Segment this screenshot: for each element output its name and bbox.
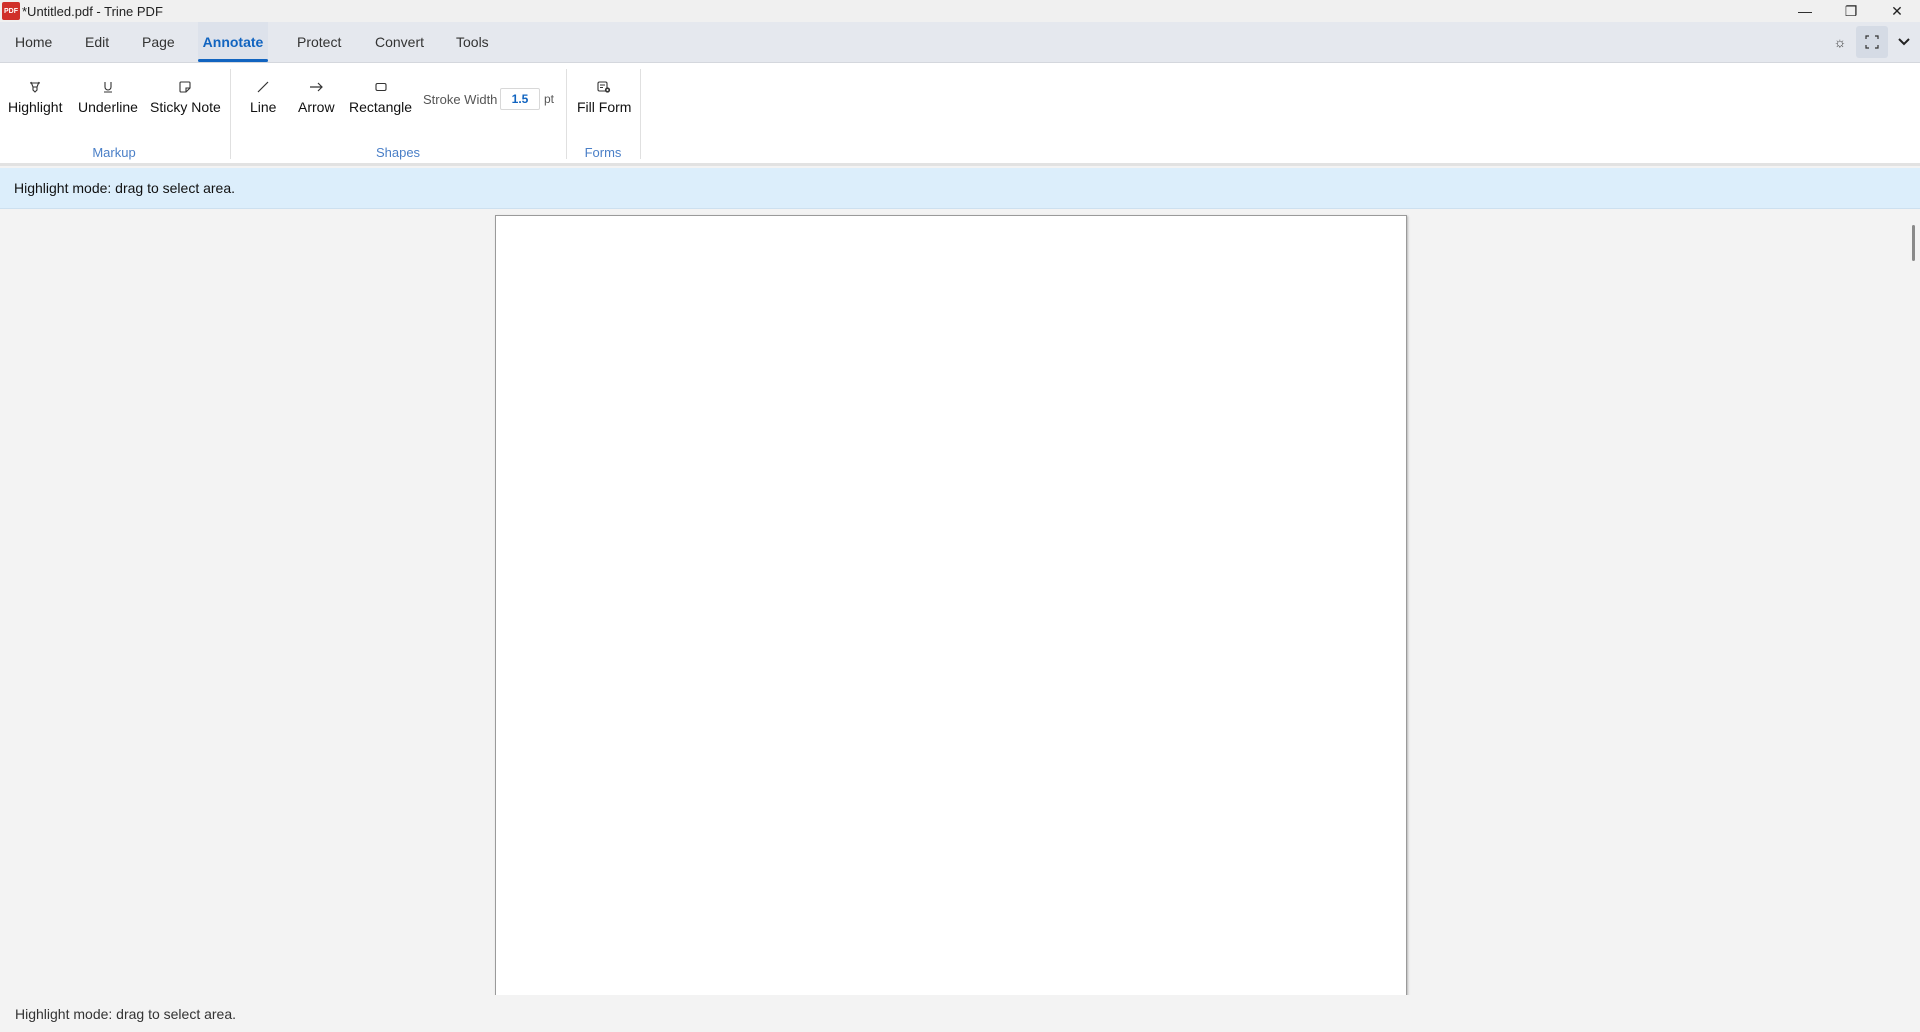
underline-label: Underline <box>78 99 138 115</box>
info-message: Highlight mode: drag to select area. <box>14 180 236 196</box>
info-bar: Highlight mode: drag to select area. <box>0 168 1920 209</box>
underline-icon <box>101 77 115 97</box>
ribbon-panel: Highlight Underline Sticky Note Markup L… <box>0 63 1920 166</box>
tab-page[interactable]: Page <box>138 22 179 62</box>
vertical-scrollbar[interactable] <box>1906 209 1920 995</box>
window-controls: — ❐ ✕ <box>1782 0 1920 22</box>
tab-tools[interactable]: Tools <box>452 22 493 62</box>
status-message: Highlight mode: drag to select area. <box>15 1005 237 1022</box>
arrow-right-icon <box>309 77 324 97</box>
scrollbar-thumb[interactable] <box>1912 225 1915 261</box>
forms-group-label: Forms <box>584 145 622 160</box>
window-title: *Untitled.pdf - Trine PDF <box>22 3 163 19</box>
rectangle-button[interactable]: Rectangle <box>349 77 412 127</box>
underline-button[interactable]: Underline <box>78 77 138 127</box>
highlighter-icon <box>28 77 42 97</box>
sticky-note-label: Sticky Note <box>150 99 221 115</box>
stroke-width-input[interactable] <box>500 88 540 110</box>
sticky-note-button[interactable]: Sticky Note <box>150 77 221 127</box>
tab-edit[interactable]: Edit <box>81 22 113 62</box>
rectangle-label: Rectangle <box>349 99 413 115</box>
ribbon-tab-bar: Home Edit Page Annotate Protect Convert … <box>0 22 1920 63</box>
group-divider <box>230 69 231 159</box>
group-divider <box>640 69 641 159</box>
stroke-width-unit: pt <box>544 92 555 106</box>
highlight-label: Highlight <box>8 99 63 115</box>
rectangle-icon <box>374 77 388 97</box>
markup-group-label: Markup <box>92 145 136 160</box>
highlight-button[interactable]: Highlight <box>8 77 62 127</box>
document-viewer[interactable] <box>0 209 1906 1002</box>
tab-home[interactable]: Home <box>11 22 56 62</box>
form-gear-icon <box>596 77 612 97</box>
tab-convert[interactable]: Convert <box>371 22 428 62</box>
status-bar: Highlight mode: drag to select area. <box>0 995 1920 1032</box>
restore-button[interactable]: ❐ <box>1828 0 1874 22</box>
line-icon <box>256 77 270 97</box>
line-button[interactable]: Line <box>250 77 276 127</box>
fill-form-label: Fill Form <box>577 99 632 115</box>
close-button[interactable]: ✕ <box>1874 0 1920 22</box>
minimize-button[interactable]: — <box>1782 0 1828 22</box>
group-divider <box>566 69 567 159</box>
arrow-button[interactable]: Arrow <box>298 77 335 127</box>
app-pdf-icon: PDF <box>2 2 20 20</box>
arrow-label: Arrow <box>298 99 335 115</box>
title-bar: PDF *Untitled.pdf - Trine PDF — ❐ ✕ <box>0 0 1920 22</box>
tab-protect[interactable]: Protect <box>293 22 345 62</box>
fill-form-button[interactable]: Fill Form <box>577 77 631 127</box>
shapes-group-label: Shapes <box>375 145 421 160</box>
line-label: Line <box>250 99 277 115</box>
sticky-note-icon <box>178 77 192 97</box>
theme-toggle-icon[interactable]: ☼ <box>1824 26 1856 58</box>
pdf-page[interactable] <box>495 215 1407 1002</box>
collapse-ribbon-chevron-icon[interactable] <box>1888 26 1920 58</box>
stroke-width-label: Stroke Width <box>423 92 498 107</box>
tab-annotate[interactable]: Annotate <box>198 22 268 62</box>
fullscreen-icon[interactable] <box>1856 26 1888 58</box>
